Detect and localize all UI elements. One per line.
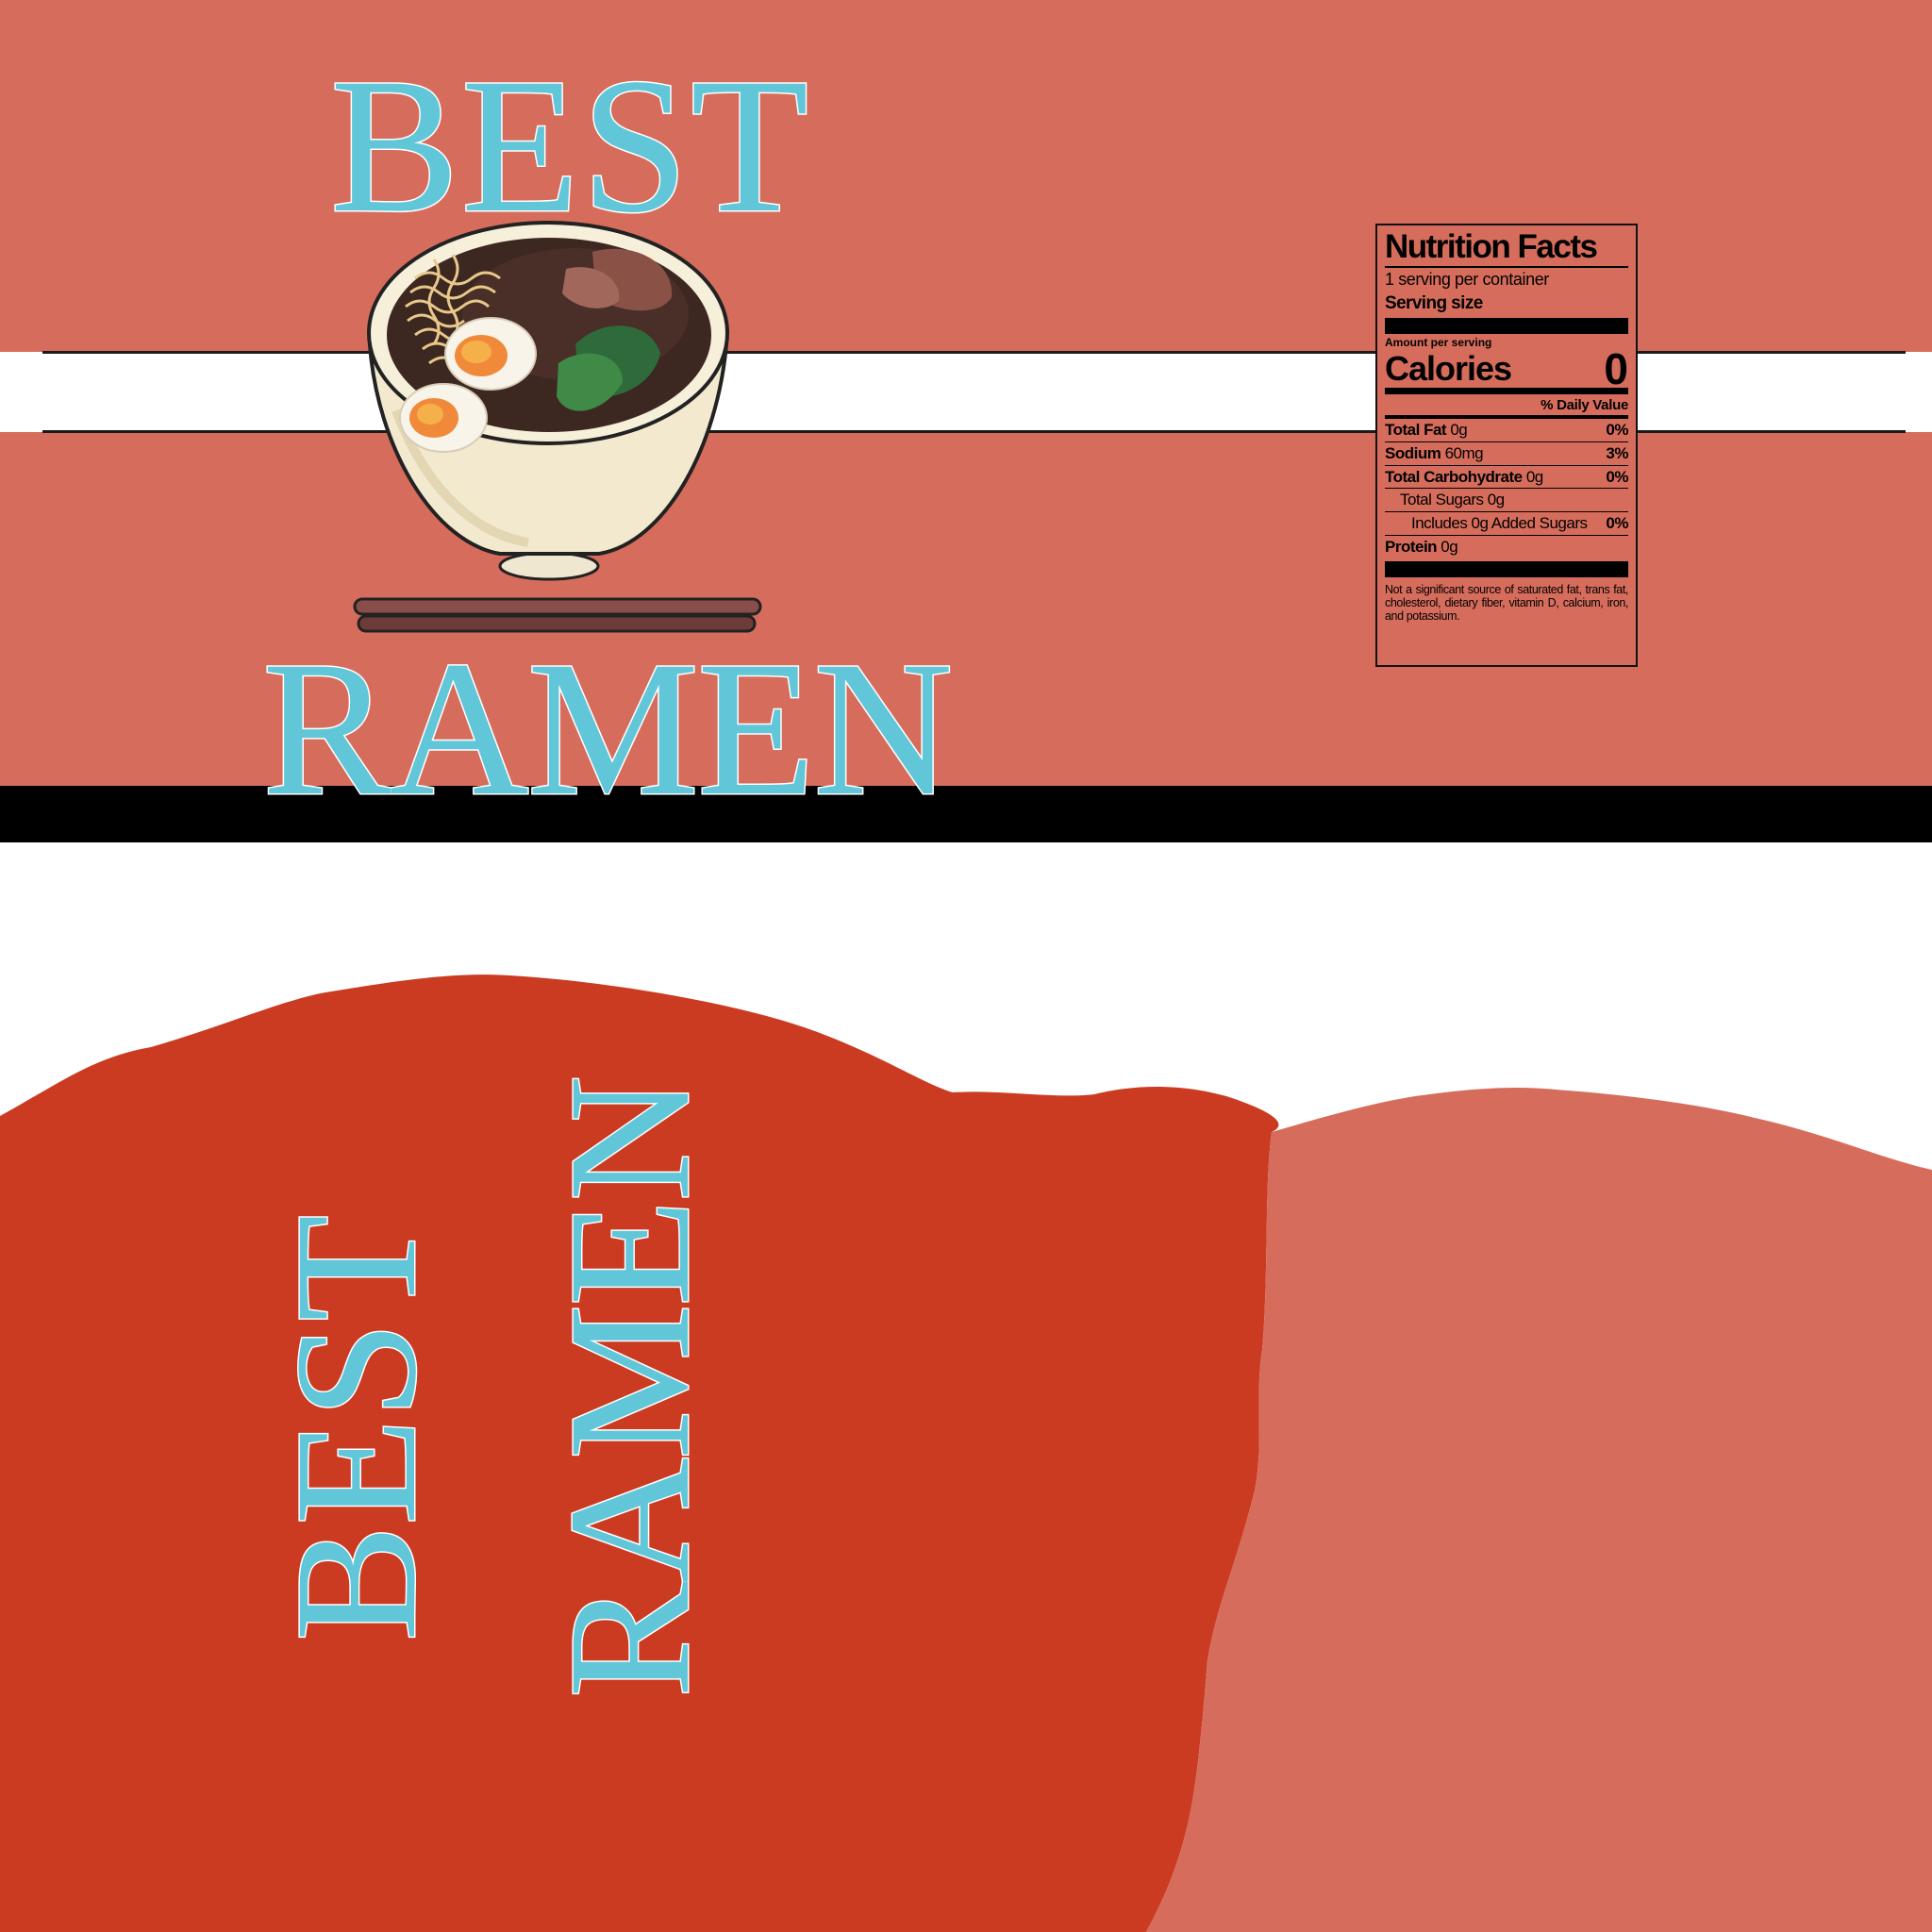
ramen-bowl-icon <box>353 221 762 633</box>
serving-size-label: Serving size <box>1385 292 1483 313</box>
nutrient-name: Sodium <box>1385 443 1441 462</box>
nutrient-amount: 0g <box>1441 537 1458 556</box>
side-title-best: BEST <box>258 1213 455 1642</box>
nutrient-name: Protein <box>1385 537 1438 556</box>
nutrient-name: Total Fat <box>1385 421 1447 440</box>
nutrient-row-sodium: Sodium 60mg 3% <box>1385 442 1628 466</box>
nutrient-amount: 0g <box>1450 421 1468 440</box>
nutrition-footnote: Not a significant source of saturated fa… <box>1385 583 1628 624</box>
thick-divider <box>1385 317 1628 334</box>
nutrient-name: Total Sugars 0g <box>1400 491 1505 509</box>
nutrient-row-total-sugars: Total Sugars 0g <box>1385 489 1628 512</box>
nutrition-heading: Nutrition Facts <box>1385 228 1628 268</box>
nutrient-daily-value: 3% <box>1606 443 1628 462</box>
nutrient-row-carbohydrate: Total Carbohydrate 0g 0% <box>1385 466 1628 490</box>
nutrient-daily-value: 0% <box>1606 513 1628 532</box>
nutrient-row-protein: Protein 0g <box>1385 536 1628 558</box>
nutrient-amount: 0g <box>1525 467 1543 486</box>
white-stripe <box>0 352 1932 432</box>
side-title-ramen: RAMEN <box>532 1075 728 1699</box>
nutrient-daily-value: 0% <box>1606 421 1628 440</box>
thick-divider <box>1385 561 1628 578</box>
title-ramen: RAMEN <box>260 622 954 836</box>
nutrient-row-total-fat: Total Fat 0g 0% <box>1385 419 1628 442</box>
nutrient-daily-value: 0% <box>1606 467 1628 486</box>
daily-value-header: % Daily Value <box>1385 394 1628 420</box>
nutrient-name: Total Carbohydrate <box>1385 467 1523 486</box>
calories-row: Calories 0 <box>1385 343 1628 394</box>
amount-per-serving: Amount per serving <box>1385 335 1492 349</box>
servings-per-container: 1 serving per container <box>1385 270 1549 289</box>
nutrition-facts-panel: Nutrition Facts 1 serving per container … <box>1375 224 1638 667</box>
nutrient-amount: 60mg <box>1444 443 1484 462</box>
calories-label: Calories <box>1385 348 1512 388</box>
nutrient-row-added-sugars: Includes 0g Added Sugars 0% <box>1385 512 1628 536</box>
calories-value: 0 <box>1604 343 1628 393</box>
nutrient-name: Includes 0g Added Sugars <box>1411 513 1588 532</box>
